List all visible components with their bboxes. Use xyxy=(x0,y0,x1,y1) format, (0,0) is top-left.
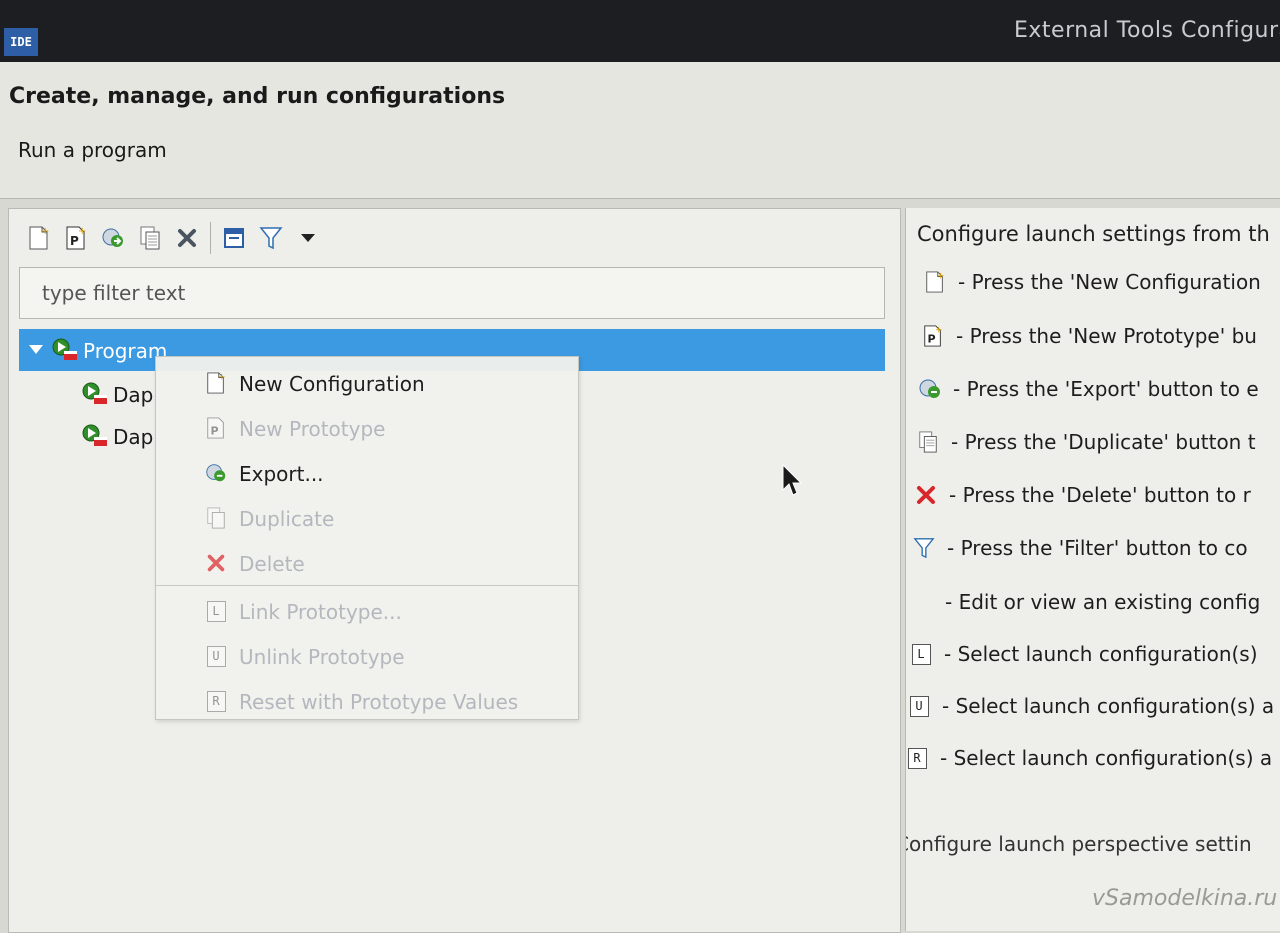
help-panel: Configure launch settings from th + - Pr… xyxy=(905,208,1280,931)
menu-item-new-configuration[interactable]: + New Configuration xyxy=(156,363,578,403)
menu-item-unlink-prototype[interactable]: U Unlink Prototype xyxy=(156,636,578,676)
help-footer: Configure launch perspective settin xyxy=(905,832,1252,856)
unlink-prototype-icon: U xyxy=(906,692,932,720)
window-title: External Tools Configura xyxy=(1014,18,1280,43)
new-prototype-icon: P+ xyxy=(66,226,86,250)
svg-text:+: + xyxy=(937,270,945,281)
help-line-text: - Press the 'New Configuration xyxy=(958,270,1261,294)
menu-item-new-prototype[interactable]: P New Prototype xyxy=(156,408,578,448)
menu-item-delete[interactable]: Delete xyxy=(156,543,578,583)
new-configuration-icon: + xyxy=(922,268,948,296)
filter-button[interactable] xyxy=(257,224,285,252)
watermark: vSamodelkina.ru xyxy=(1092,886,1278,911)
configurations-toolbar: + P + xyxy=(25,222,331,254)
help-line-text: - Select launch configuration(s) a xyxy=(940,746,1273,770)
help-line-text: - Select launch configuration(s) xyxy=(944,642,1258,666)
new-configuration-icon: + xyxy=(29,226,49,250)
duplicate-icon xyxy=(915,428,941,456)
duplicate-icon xyxy=(204,506,228,530)
menu-item-export[interactable]: Export... xyxy=(156,453,578,493)
svg-text:P: P xyxy=(211,424,219,437)
dialog-message: Run a program xyxy=(18,138,167,162)
delete-icon xyxy=(913,481,939,509)
delete-button[interactable] xyxy=(173,224,201,252)
mouse-pointer-icon xyxy=(782,463,804,502)
collapse-all-button[interactable] xyxy=(220,224,248,252)
svg-text:+: + xyxy=(218,371,226,382)
delete-icon xyxy=(178,229,196,247)
link-prototype-icon: L xyxy=(204,599,228,623)
reset-prototype-icon: R xyxy=(906,744,930,772)
menu-item-duplicate[interactable]: Duplicate xyxy=(156,498,578,538)
export-icon xyxy=(917,375,943,403)
help-heading: Configure launch settings from th xyxy=(917,222,1270,246)
export-icon xyxy=(102,228,123,247)
menu-item-label: New Configuration xyxy=(239,372,425,396)
export-button[interactable] xyxy=(99,224,127,252)
collapse-all-icon xyxy=(224,228,244,248)
toolbar-separator xyxy=(210,222,211,254)
new-configuration-button[interactable]: + xyxy=(25,224,53,252)
menu-item-label: Unlink Prototype xyxy=(239,645,405,669)
link-prototype-icon: L xyxy=(908,640,934,668)
menu-item-label: Link Prototype... xyxy=(239,600,402,624)
view-menu-icon xyxy=(301,234,315,242)
menu-item-label: New Prototype xyxy=(239,417,386,441)
dialog-banner: Create, manage, and run configurations R… xyxy=(0,62,1280,199)
menu-item-reset-prototype[interactable]: R Reset with Prototype Values xyxy=(156,681,578,721)
duplicate-icon xyxy=(140,226,160,250)
filter-icon xyxy=(259,227,283,250)
menu-item-label: Delete xyxy=(239,552,305,576)
help-line-text: - Select launch configuration(s) a xyxy=(942,694,1275,718)
menu-item-label: Reset with Prototype Values xyxy=(239,690,519,714)
svg-text:+: + xyxy=(935,324,943,335)
menu-item-link-prototype[interactable]: L Link Prototype... xyxy=(156,591,578,631)
menu-item-label: Duplicate xyxy=(239,507,335,531)
dialog-title: Create, manage, and run configurations xyxy=(9,84,506,109)
help-line-text: - Press the 'New Prototype' bu xyxy=(956,324,1257,348)
tree-item-label: Dap xyxy=(113,425,154,449)
launch-config-icon xyxy=(81,381,109,412)
context-menu: + New Configuration P New Prototype Expo… xyxy=(155,356,579,720)
svg-text:+: + xyxy=(78,226,86,237)
tree-item-label: Dap xyxy=(113,383,154,407)
delete-icon xyxy=(204,551,228,575)
help-line-text: - Press the 'Delete' button to r xyxy=(949,483,1251,507)
filter-input[interactable] xyxy=(19,267,885,319)
help-line-text: - Press the 'Export' button to e xyxy=(953,377,1259,401)
help-line-text: - Press the 'Filter' button to co xyxy=(947,536,1248,560)
help-line-text: - Edit or view an existing config xyxy=(945,590,1261,614)
menu-item-label: Export... xyxy=(239,462,324,486)
view-menu-button[interactable] xyxy=(294,224,322,252)
new-configuration-icon: + xyxy=(204,371,228,395)
reset-prototype-icon: R xyxy=(204,689,228,713)
menu-separator xyxy=(156,585,578,586)
launch-type-icon xyxy=(51,337,79,368)
unlink-prototype-icon: U xyxy=(204,644,228,668)
export-icon xyxy=(204,461,228,485)
new-prototype-icon: P+ xyxy=(920,322,946,350)
new-prototype-icon: P xyxy=(204,416,228,440)
window-titlebar: IDE External Tools Configura xyxy=(0,0,1280,62)
app-icon: IDE xyxy=(4,28,38,56)
help-line-text: - Press the 'Duplicate' button t xyxy=(951,430,1256,454)
expand-toggle-icon[interactable] xyxy=(29,345,43,354)
launch-config-icon xyxy=(81,423,109,454)
duplicate-button[interactable] xyxy=(136,224,164,252)
svg-text:+: + xyxy=(41,226,49,237)
filter-icon xyxy=(911,534,937,562)
new-prototype-button[interactable]: P + xyxy=(62,224,90,252)
